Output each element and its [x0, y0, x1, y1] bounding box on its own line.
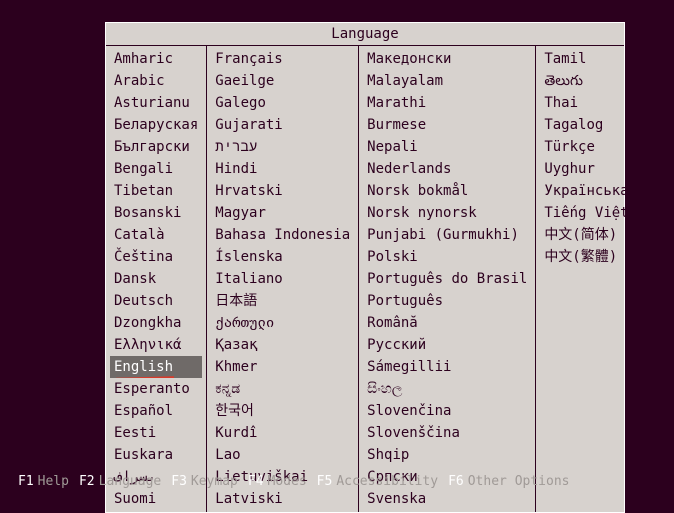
language-option[interactable]: Amharic — [106, 48, 206, 70]
language-option[interactable]: Tamil — [536, 48, 636, 70]
language-option[interactable]: Tiếng Việt — [536, 202, 636, 224]
language-option[interactable]: Dansk — [106, 268, 206, 290]
footer-key: F1 — [18, 474, 34, 489]
language-option[interactable]: 日本語 — [207, 290, 358, 312]
language-option[interactable]: Ελληνικά — [106, 334, 206, 356]
language-option[interactable]: Português — [359, 290, 535, 312]
footer-label: Other Options — [468, 474, 570, 489]
footer-option-f1[interactable]: F1 Help — [18, 474, 69, 489]
language-option[interactable]: עברית — [207, 136, 358, 158]
language-option[interactable]: Bengali — [106, 158, 206, 180]
language-option[interactable]: Українська — [536, 180, 636, 202]
language-option[interactable]: Asturianu — [106, 92, 206, 114]
language-option[interactable]: Español — [106, 400, 206, 422]
language-option[interactable]: Tibetan — [106, 180, 206, 202]
language-option[interactable]: Русский — [359, 334, 535, 356]
annotation-underline — [116, 376, 174, 378]
language-column: МакедонскиMalayalamMarathiBurmeseNepaliN… — [359, 46, 536, 512]
language-option[interactable]: Uyghur — [536, 158, 636, 180]
language-option[interactable]: Marathi — [359, 92, 535, 114]
language-option[interactable]: Български — [106, 136, 206, 158]
language-option[interactable]: 中文(繁體) — [536, 246, 636, 268]
language-option[interactable]: Íslenska — [207, 246, 358, 268]
language-column: AmharicArabicAsturianuБеларускаяБългарск… — [106, 46, 207, 512]
language-option[interactable]: Română — [359, 312, 535, 334]
footer-label: Modes — [268, 474, 307, 489]
footer-option-f2[interactable]: F2 Language — [79, 474, 161, 489]
language-option[interactable]: Slovenščina — [359, 422, 535, 444]
language-option[interactable]: Deutsch — [106, 290, 206, 312]
language-option[interactable]: Khmer — [207, 356, 358, 378]
footer-label: Language — [99, 474, 162, 489]
language-dialog: Language AmharicArabicAsturianuБеларуска… — [105, 22, 625, 513]
language-option[interactable]: Bahasa Indonesia — [207, 224, 358, 246]
footer-option-f6[interactable]: F6 Other Options — [448, 474, 569, 489]
footer-key: F5 — [317, 474, 333, 489]
language-option[interactable]: ქართული — [207, 312, 358, 334]
language-option[interactable]: 中文(简体) — [536, 224, 636, 246]
language-option[interactable]: Norsk bokmål — [359, 180, 535, 202]
language-option[interactable]: Català — [106, 224, 206, 246]
language-option[interactable]: Burmese — [359, 114, 535, 136]
language-option[interactable]: Беларуская — [106, 114, 206, 136]
language-option[interactable]: Čeština — [106, 246, 206, 268]
language-option[interactable]: Français — [207, 48, 358, 70]
footer-label: Accessibility — [336, 474, 438, 489]
language-option[interactable]: Қазақ — [207, 334, 358, 356]
language-option[interactable]: Hindi — [207, 158, 358, 180]
footer-bar: F1 Help F2 Language F3 Keymap F4 Modes F5Accessi… — [18, 474, 569, 489]
language-option[interactable]: Thai — [536, 92, 636, 114]
footer-option-f3[interactable]: F3 Keymap — [171, 474, 238, 489]
language-option[interactable]: Nederlands — [359, 158, 535, 180]
language-option[interactable]: Lao — [207, 444, 358, 466]
language-option[interactable]: Bosanski — [106, 202, 206, 224]
footer-key: F2 — [79, 474, 95, 489]
language-option[interactable]: Arabic — [106, 70, 206, 92]
language-option[interactable]: Português do Brasil — [359, 268, 535, 290]
footer-key: F3 — [171, 474, 187, 489]
language-option[interactable]: Galego — [207, 92, 358, 114]
language-option[interactable]: Polski — [359, 246, 535, 268]
language-option[interactable]: Euskara — [106, 444, 206, 466]
language-option[interactable]: Norsk nynorsk — [359, 202, 535, 224]
language-option[interactable]: Dzongkha — [106, 312, 206, 334]
language-option[interactable]: Gaeilge — [207, 70, 358, 92]
language-columns: AmharicArabicAsturianuБеларускаяБългарск… — [106, 45, 624, 512]
footer-label: Keymap — [191, 474, 238, 489]
language-option[interactable]: Slovenčina — [359, 400, 535, 422]
footer-key: F6 — [448, 474, 464, 489]
language-option[interactable]: Gujarati — [207, 114, 358, 136]
language-option[interactable]: 한국어 — [207, 400, 358, 422]
language-column: TamilతెలుగుThaiTagalogTürkçeUyghurУкраїн… — [536, 46, 636, 512]
footer-option-f4[interactable]: F4 Modes — [248, 474, 307, 489]
language-option[interactable]: Magyar — [207, 202, 358, 224]
language-option[interactable]: Shqip — [359, 444, 535, 466]
dialog-title: Language — [106, 23, 624, 45]
language-option[interactable]: Eesti — [106, 422, 206, 444]
language-option[interactable]: Hrvatski — [207, 180, 358, 202]
language-option[interactable]: Türkçe — [536, 136, 636, 158]
language-option[interactable]: Esperanto — [106, 378, 206, 400]
footer-label: Help — [38, 474, 69, 489]
footer-option-f5[interactable]: F5Accessibility — [317, 474, 438, 489]
language-column: FrançaisGaeilgeGalegoGujaratiעבריתHindiH… — [207, 46, 359, 512]
language-option[interactable]: Punjabi (Gurmukhi) — [359, 224, 535, 246]
language-option[interactable]: Sámegillii — [359, 356, 535, 378]
language-option[interactable]: Македонски — [359, 48, 535, 70]
language-option[interactable]: Italiano — [207, 268, 358, 290]
language-option[interactable]: ಕನ್ನಡ — [207, 378, 358, 400]
language-option[interactable]: తెలుగు — [536, 70, 636, 92]
language-option[interactable]: Nepali — [359, 136, 535, 158]
language-option[interactable]: Malayalam — [359, 70, 535, 92]
language-option[interactable]: English — [110, 356, 202, 378]
language-option[interactable]: Kurdî — [207, 422, 358, 444]
language-option[interactable]: Tagalog — [536, 114, 636, 136]
language-option[interactable]: සිංහල — [359, 378, 535, 400]
footer-key: F4 — [248, 474, 264, 489]
